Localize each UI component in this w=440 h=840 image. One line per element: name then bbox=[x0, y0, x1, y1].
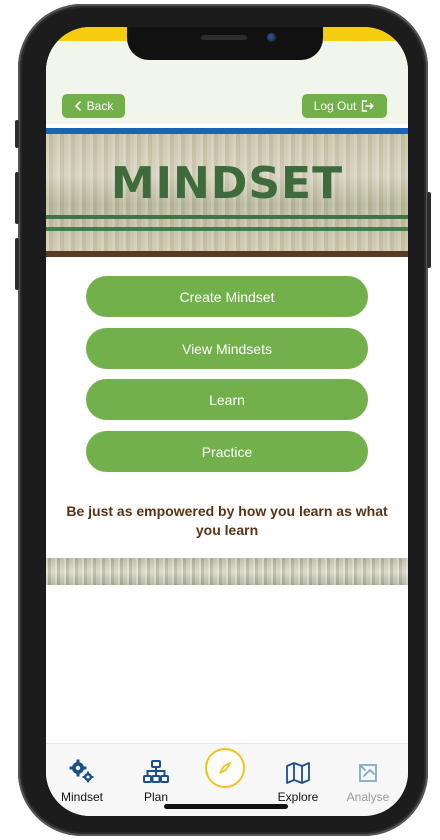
speaker bbox=[201, 35, 247, 40]
tab-compass[interactable] bbox=[205, 748, 245, 788]
home-indicator bbox=[164, 804, 288, 809]
sitemap-icon bbox=[143, 760, 169, 783]
status-bar-left bbox=[46, 27, 134, 41]
banner-image: MINDSET bbox=[46, 134, 408, 251]
status-bar-right bbox=[312, 27, 408, 41]
banner-title: MINDSET bbox=[110, 158, 344, 209]
chart-icon bbox=[359, 764, 377, 782]
compass-icon bbox=[219, 762, 231, 774]
logout-button[interactable]: Log Out bbox=[302, 94, 387, 118]
side-button-volume-up bbox=[15, 172, 19, 224]
decorative-texture-strip bbox=[46, 558, 408, 585]
back-label: Back bbox=[86, 99, 114, 113]
practice-button[interactable]: Practice bbox=[86, 431, 368, 472]
banner-green-line bbox=[46, 227, 408, 231]
tab-explore-label: Explore bbox=[277, 790, 319, 804]
create-mindset-button[interactable]: Create Mindset bbox=[86, 276, 368, 317]
learn-button[interactable]: Learn bbox=[86, 379, 368, 420]
side-button-volume-down bbox=[15, 238, 19, 290]
banner-green-line bbox=[46, 215, 408, 219]
tagline: Be just as empowered by how you learn as… bbox=[66, 503, 388, 538]
tab-plan-label: Plan bbox=[143, 790, 169, 804]
tab-analyse-label: Analyse bbox=[346, 790, 390, 804]
side-button-mute bbox=[15, 120, 19, 148]
chevron-left-icon bbox=[74, 101, 81, 111]
map-icon bbox=[286, 762, 310, 784]
front-camera bbox=[267, 33, 276, 42]
app-screen: Back Log Out MINDSET Create Mindset View… bbox=[46, 27, 408, 816]
tab-mindset[interactable]: Mindset bbox=[52, 744, 112, 816]
tab-analyse[interactable]: Analyse bbox=[338, 744, 398, 816]
banner-brown-stripe bbox=[46, 251, 408, 257]
back-button[interactable]: Back bbox=[62, 94, 125, 118]
side-button-power bbox=[427, 192, 431, 268]
notch bbox=[127, 27, 323, 60]
logout-icon bbox=[362, 100, 375, 112]
view-mindsets-button[interactable]: View Mindsets bbox=[86, 328, 368, 369]
logout-label: Log Out bbox=[313, 99, 357, 113]
tab-mindset-label: Mindset bbox=[60, 790, 104, 804]
gears-icon bbox=[69, 759, 94, 783]
